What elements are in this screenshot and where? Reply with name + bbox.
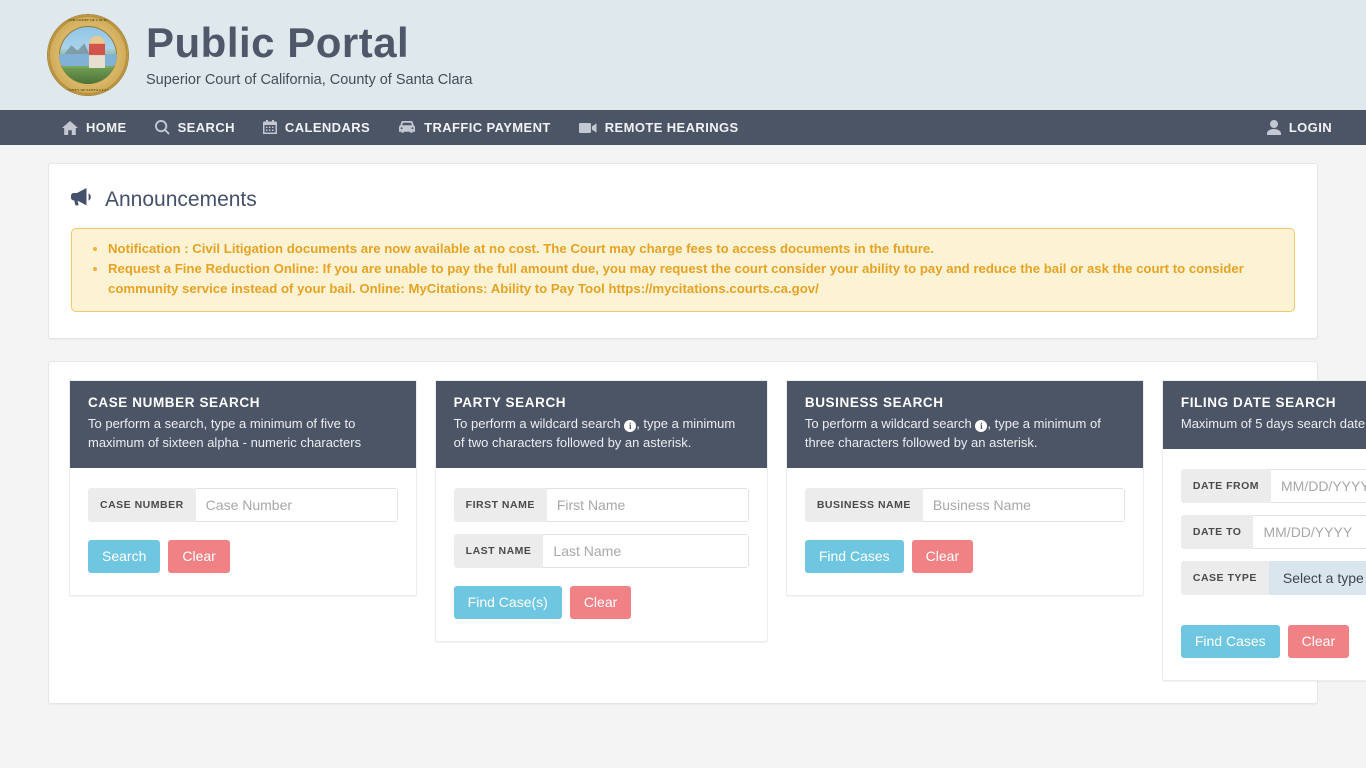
site-header: SUPERIOR COURT OF CALIFORNIA COUNTY OF S…: [0, 0, 1366, 110]
date-to-input[interactable]: [1253, 515, 1366, 549]
car-icon: [398, 121, 416, 134]
announcement-item: Request a Fine Reduction Online: If you …: [108, 259, 1278, 299]
first-name-input[interactable]: [546, 488, 749, 522]
brand[interactable]: SUPERIOR COURT OF CALIFORNIA COUNTY OF S…: [48, 15, 472, 95]
business-search-title: BUSINESS SEARCH: [804, 395, 944, 410]
announcement-item: Notification : Civil Litigation document…: [108, 239, 1278, 259]
search-panel: CASE NUMBER SEARCH To perform a search, …: [48, 361, 1366, 704]
case-number-search-button[interactable]: Search: [88, 540, 161, 573]
party-search-header: PARTY SEARCH To perform a wildcard searc…: [435, 381, 767, 468]
court-seal-icon: SUPERIOR COURT OF CALIFORNIA COUNTY OF S…: [48, 15, 128, 95]
date-to-field-group: DATE TO: [1180, 515, 1366, 549]
business-name-input[interactable]: [922, 488, 1125, 522]
last-name-field-group: LAST NAME: [453, 534, 749, 568]
case-type-selected-value: Select a type: [1282, 570, 1364, 586]
calendar-icon: [262, 120, 277, 135]
business-search-card: BUSINESS SEARCH To perform a wildcard se…: [785, 380, 1144, 596]
case-number-search-card: CASE NUMBER SEARCH To perform a search, …: [69, 380, 417, 596]
case-type-field-group: CASE TYPE Select a type: [1180, 561, 1366, 595]
business-name-field-group: BUSINESS NAME: [804, 488, 1125, 522]
filing-date-search-body: DATE FROM DATE TO: [1163, 449, 1366, 680]
announcements-panel: Announcements Notification : Civil Litig…: [48, 163, 1318, 339]
business-search-description: To perform a wildcard search i, type a m…: [805, 414, 1125, 452]
date-from-input[interactable]: [1271, 469, 1366, 503]
business-name-label: BUSINESS NAME: [804, 488, 923, 522]
announcements-heading-label: Announcements: [105, 188, 257, 211]
last-name-label: LAST NAME: [453, 534, 544, 568]
party-search-title: PARTY SEARCH: [453, 395, 567, 410]
filing-date-search-description: Maximum of 5 days search date ranges.: [1180, 416, 1366, 431]
filing-date-find-cases-button[interactable]: Find Cases: [1180, 625, 1280, 658]
first-name-label: FIRST NAME: [453, 488, 547, 522]
business-search-body: BUSINESS NAME Find Cases Clear: [787, 468, 1143, 595]
info-circle-icon[interactable]: i: [975, 420, 988, 432]
main-navigation: HOME SEARCH CALENDARS TRAFFIC PAYMENT RE…: [0, 110, 1366, 145]
case-number-search-header: CASE NUMBER SEARCH To perform a search, …: [70, 381, 416, 468]
filing-date-clear-button[interactable]: Clear: [1287, 625, 1350, 658]
filing-date-search-title: FILING DATE SEARCH: [1180, 395, 1337, 410]
nav-item-label: REMOTE HEARINGS: [604, 120, 739, 135]
nav-item-search[interactable]: SEARCH: [141, 110, 249, 145]
date-from-label: DATE FROM: [1180, 469, 1271, 503]
date-from-field-group: DATE FROM: [1180, 469, 1366, 503]
party-find-cases-button[interactable]: Find Case(s): [453, 586, 562, 619]
seal-bottom-text: COUNTY OF SANTA CLARA: [64, 88, 112, 92]
business-search-description-before: To perform a wildcard search: [804, 416, 972, 431]
business-button-row: Find Cases Clear: [804, 540, 1125, 573]
party-clear-button[interactable]: Clear: [569, 586, 632, 619]
last-name-input[interactable]: [543, 534, 749, 568]
party-search-card: PARTY SEARCH To perform a wildcard searc…: [434, 380, 768, 642]
case-number-button-row: Search Clear: [88, 540, 398, 573]
filing-date-search-header: FILING DATE SEARCH Maximum of 5 days sea…: [1162, 381, 1366, 449]
filing-date-search-card: FILING DATE SEARCH Maximum of 5 days sea…: [1161, 380, 1366, 681]
video-camera-icon: [578, 122, 597, 134]
business-clear-button[interactable]: Clear: [911, 540, 974, 573]
filing-date-button-row: Find Cases Clear: [1180, 625, 1366, 658]
nav-item-traffic-payment[interactable]: TRAFFIC PAYMENT: [384, 110, 565, 145]
page-title: Public Portal: [146, 19, 410, 66]
case-type-label: CASE TYPE: [1180, 561, 1269, 595]
nav-item-remote-hearings[interactable]: REMOTE HEARINGS: [565, 110, 753, 145]
party-button-row: Find Case(s) Clear: [453, 586, 749, 619]
case-number-search-description: To perform a search, type a minimum of f…: [88, 416, 362, 450]
nav-item-login[interactable]: LOGIN: [1253, 110, 1346, 145]
party-search-body: FIRST NAME LAST NAME Find Case(s) Clear: [436, 468, 767, 641]
nav-item-calendars[interactable]: CALENDARS: [249, 110, 384, 145]
announcements-alert: Notification : Civil Litigation document…: [71, 228, 1295, 312]
page-subtitle: Superior Court of California, County of …: [146, 72, 473, 88]
announcements-heading: Announcements: [71, 188, 1295, 212]
nav-item-label: CALENDARS: [284, 120, 371, 135]
case-type-dropdown[interactable]: Select a type: [1268, 561, 1366, 595]
page-content: Announcements Notification : Civil Litig…: [0, 145, 1366, 704]
business-search-header: BUSINESS SEARCH To perform a wildcard se…: [786, 381, 1143, 468]
case-number-field-group: CASE NUMBER: [88, 488, 398, 522]
nav-item-home[interactable]: HOME: [48, 110, 141, 145]
nav-item-label: HOME: [86, 120, 127, 135]
case-number-clear-button[interactable]: Clear: [168, 540, 230, 573]
first-name-field-group: FIRST NAME: [453, 488, 749, 522]
case-number-input[interactable]: [195, 488, 398, 522]
business-find-cases-button[interactable]: Find Cases: [804, 540, 904, 573]
party-search-description: To perform a wildcard search i, type a m…: [454, 414, 749, 452]
nav-item-label: TRAFFIC PAYMENT: [424, 120, 551, 135]
search-icon: [154, 120, 170, 135]
nav-item-label: SEARCH: [177, 120, 235, 135]
seal-top-text: SUPERIOR COURT OF CALIFORNIA: [56, 18, 120, 22]
case-number-search-title: CASE NUMBER SEARCH: [88, 395, 261, 410]
case-number-label: CASE NUMBER: [88, 488, 196, 522]
date-to-label: DATE TO: [1180, 515, 1254, 549]
party-search-description-before: To perform a wildcard search: [453, 416, 621, 431]
case-number-search-body: CASE NUMBER Search Clear: [70, 468, 416, 595]
bullhorn-icon: [71, 188, 93, 212]
nav-item-label: LOGIN: [1288, 120, 1332, 135]
home-icon: [62, 120, 78, 135]
info-circle-icon[interactable]: i: [624, 420, 637, 432]
user-icon: [1266, 120, 1281, 135]
